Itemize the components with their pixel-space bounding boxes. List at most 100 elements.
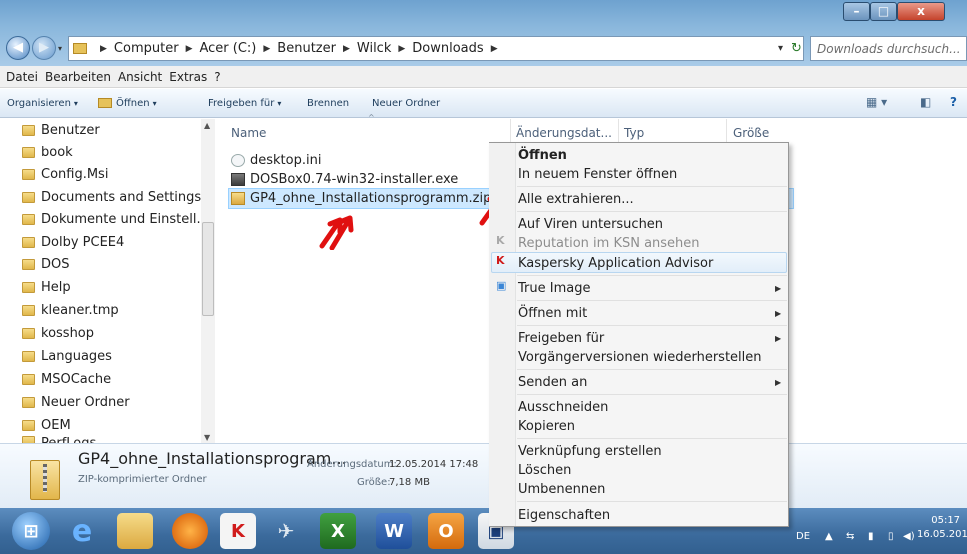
search-input[interactable]: Downloads durchsuch...	[810, 36, 967, 61]
breadcrumb-users[interactable]: Benutzer	[277, 41, 336, 56]
menu-item-cut[interactable]: Ausschneiden	[518, 397, 608, 417]
maximize-button[interactable]: □	[870, 2, 897, 21]
nav-item-kleaner-tmp[interactable]: kleaner.tmp	[22, 300, 119, 321]
view-options-icon[interactable]: ▦ ▾	[866, 95, 887, 109]
column-divider[interactable]	[510, 119, 511, 143]
show-hidden-icons-icon[interactable]: ▲	[825, 531, 833, 542]
menu-view[interactable]: Ansicht	[118, 70, 162, 84]
menu-item-extract-all[interactable]: Alle extrahieren...	[518, 189, 634, 209]
nav-item-book[interactable]: book	[22, 142, 73, 163]
scroll-down-arrow-icon[interactable]: ▼	[204, 433, 210, 442]
address-bar[interactable]: ▶ Computer ▶ Acer (C:) ▶ Benutzer ▶ Wilc…	[68, 36, 804, 61]
refresh-icon[interactable]: ↻	[791, 41, 802, 56]
nav-scrollbar-thumb[interactable]	[202, 222, 214, 316]
volume-icon[interactable]: ◀)	[903, 531, 915, 542]
nav-item-dos[interactable]: DOS	[22, 254, 70, 275]
minimize-button[interactable]: –	[843, 2, 870, 21]
menu-item-true-image[interactable]: True Image	[518, 278, 590, 298]
nav-item-oem[interactable]: OEM	[22, 415, 71, 436]
breadcrumb-arrow-icon[interactable]: ▶	[100, 44, 107, 54]
share-button[interactable]: Freigeben für ▾	[208, 98, 281, 109]
menu-item-open-new-window[interactable]: In neuem Fenster öffnen	[518, 164, 677, 184]
close-button[interactable]: x	[897, 2, 945, 21]
kaspersky-icon[interactable]: K	[220, 513, 256, 549]
menu-item-open-with[interactable]: Öffnen mit	[518, 303, 587, 323]
file-explorer-icon[interactable]	[117, 513, 153, 549]
column-header-type[interactable]: Typ	[624, 126, 644, 140]
back-button[interactable]: ◀	[6, 36, 30, 60]
breadcrumb-arrow-icon[interactable]: ▶	[343, 44, 350, 54]
menu-item-delete[interactable]: Löschen	[518, 460, 571, 480]
file-row-gp4-zip[interactable]: GP4_ohne_Installationsprogramm.zip	[231, 189, 491, 207]
open-button[interactable]: Öffnen ▾	[98, 98, 157, 109]
menu-item-properties[interactable]: Eigenschaften	[518, 505, 610, 525]
internet-explorer-icon[interactable]: e	[64, 513, 100, 549]
nav-item-neuer-ordner[interactable]: Neuer Ordner	[22, 392, 130, 413]
breadcrumb-arrow-icon[interactable]: ▶	[398, 44, 405, 54]
menu-item-send-to[interactable]: Senden an	[518, 372, 587, 392]
breadcrumb-arrow-icon[interactable]: ▶	[186, 44, 193, 54]
excel-icon[interactable]: X	[320, 513, 356, 549]
organize-button[interactable]: Organisieren ▾	[7, 98, 78, 109]
breadcrumb-arrow-icon[interactable]: ▶	[491, 44, 498, 54]
firefox-icon[interactable]	[172, 513, 208, 549]
recent-pages-dropdown[interactable]: ▾	[58, 44, 62, 53]
menu-item-copy[interactable]: Kopieren	[518, 416, 575, 436]
menu-item-rename[interactable]: Umbenennen	[518, 479, 605, 499]
satellite-app-icon[interactable]: ✈	[268, 513, 304, 549]
outlook-icon[interactable]: O	[428, 513, 464, 549]
file-name: desktop.ini	[250, 152, 322, 168]
submenu-arrow-icon: ▶	[775, 309, 782, 318]
nav-item-documents-and-settings[interactable]: Documents and Settings	[22, 187, 201, 208]
new-folder-button[interactable]: Neuer Ordner	[372, 98, 440, 109]
language-indicator[interactable]: DE	[796, 531, 810, 542]
system-clock[interactable]: 05:17 16.05.2014	[917, 514, 967, 542]
network-icon[interactable]: ⇆	[846, 531, 854, 542]
menu-item-virus-scan[interactable]: Auf Viren untersuchen	[518, 214, 663, 234]
menu-item-restore-previous-versions[interactable]: Vorgängerversionen wiederherstellen	[518, 347, 762, 367]
menu-item-kaspersky-advisor[interactable]: Kaspersky Application Advisor	[518, 253, 713, 273]
menu-help[interactable]: ?	[214, 70, 220, 84]
nav-item-kosshop[interactable]: kosshop	[22, 323, 94, 344]
nav-item-help[interactable]: Help	[22, 277, 71, 298]
menu-tools[interactable]: Extras	[169, 70, 207, 84]
address-dropdown-icon[interactable]: ▾	[778, 43, 783, 54]
folder-icon	[22, 351, 35, 362]
nav-label: Help	[41, 280, 71, 295]
breadcrumb-downloads[interactable]: Downloads	[412, 41, 483, 56]
burn-button[interactable]: Brennen	[307, 98, 349, 109]
breadcrumb-drive[interactable]: Acer (C:)	[199, 41, 256, 56]
file-row-dosbox-installer[interactable]: DOSBox0.74-win32-installer.exe	[231, 170, 458, 188]
forward-button[interactable]: ▶	[32, 36, 56, 60]
start-button[interactable]: ⊞	[12, 512, 50, 550]
nav-item-dokumente-und-einstellungen[interactable]: Dokumente und Einstell...	[22, 209, 209, 230]
breadcrumb-user[interactable]: Wilck	[357, 41, 391, 56]
submenu-arrow-icon: ▶	[775, 334, 782, 343]
menu-item-create-shortcut[interactable]: Verknüpfung erstellen	[518, 441, 662, 461]
word-icon[interactable]: W	[376, 513, 412, 549]
scroll-up-arrow-icon[interactable]: ▲	[204, 121, 210, 130]
breadcrumb-arrow-icon[interactable]: ▶	[263, 44, 270, 54]
file-row-desktop-ini[interactable]: desktop.ini	[231, 151, 321, 169]
nav-item-msocache[interactable]: MSOCache	[22, 369, 111, 390]
nav-item-languages[interactable]: Languages	[22, 346, 112, 367]
organize-label: Organisieren	[7, 98, 71, 109]
nav-item-benutzer[interactable]: Benutzer	[22, 120, 100, 141]
column-header-name[interactable]: Name	[231, 126, 266, 140]
help-icon[interactable]: ?	[950, 95, 957, 109]
menu-item-share-with[interactable]: Freigeben für	[518, 328, 604, 348]
column-header-date[interactable]: Änderungsdat...	[516, 126, 612, 140]
menu-edit[interactable]: Bearbeiten	[45, 70, 111, 84]
signal-icon[interactable]: ▮	[868, 531, 874, 542]
menu-file[interactable]: Datei	[6, 70, 38, 84]
column-header-size[interactable]: Größe	[733, 126, 769, 140]
nav-item-dolby-pcee4[interactable]: Dolby PCEE4	[22, 232, 124, 253]
menu-item-open[interactable]: Öffnen	[518, 145, 567, 165]
nav-item-config-msi[interactable]: Config.Msi	[22, 164, 108, 185]
battery-icon[interactable]: ▯	[888, 531, 894, 542]
column-divider[interactable]	[618, 119, 619, 143]
breadcrumb-computer[interactable]: Computer	[114, 41, 179, 56]
column-divider[interactable]	[726, 119, 727, 143]
nav-label: Config.Msi	[41, 167, 109, 182]
preview-pane-icon[interactable]: ◧	[920, 95, 931, 109]
